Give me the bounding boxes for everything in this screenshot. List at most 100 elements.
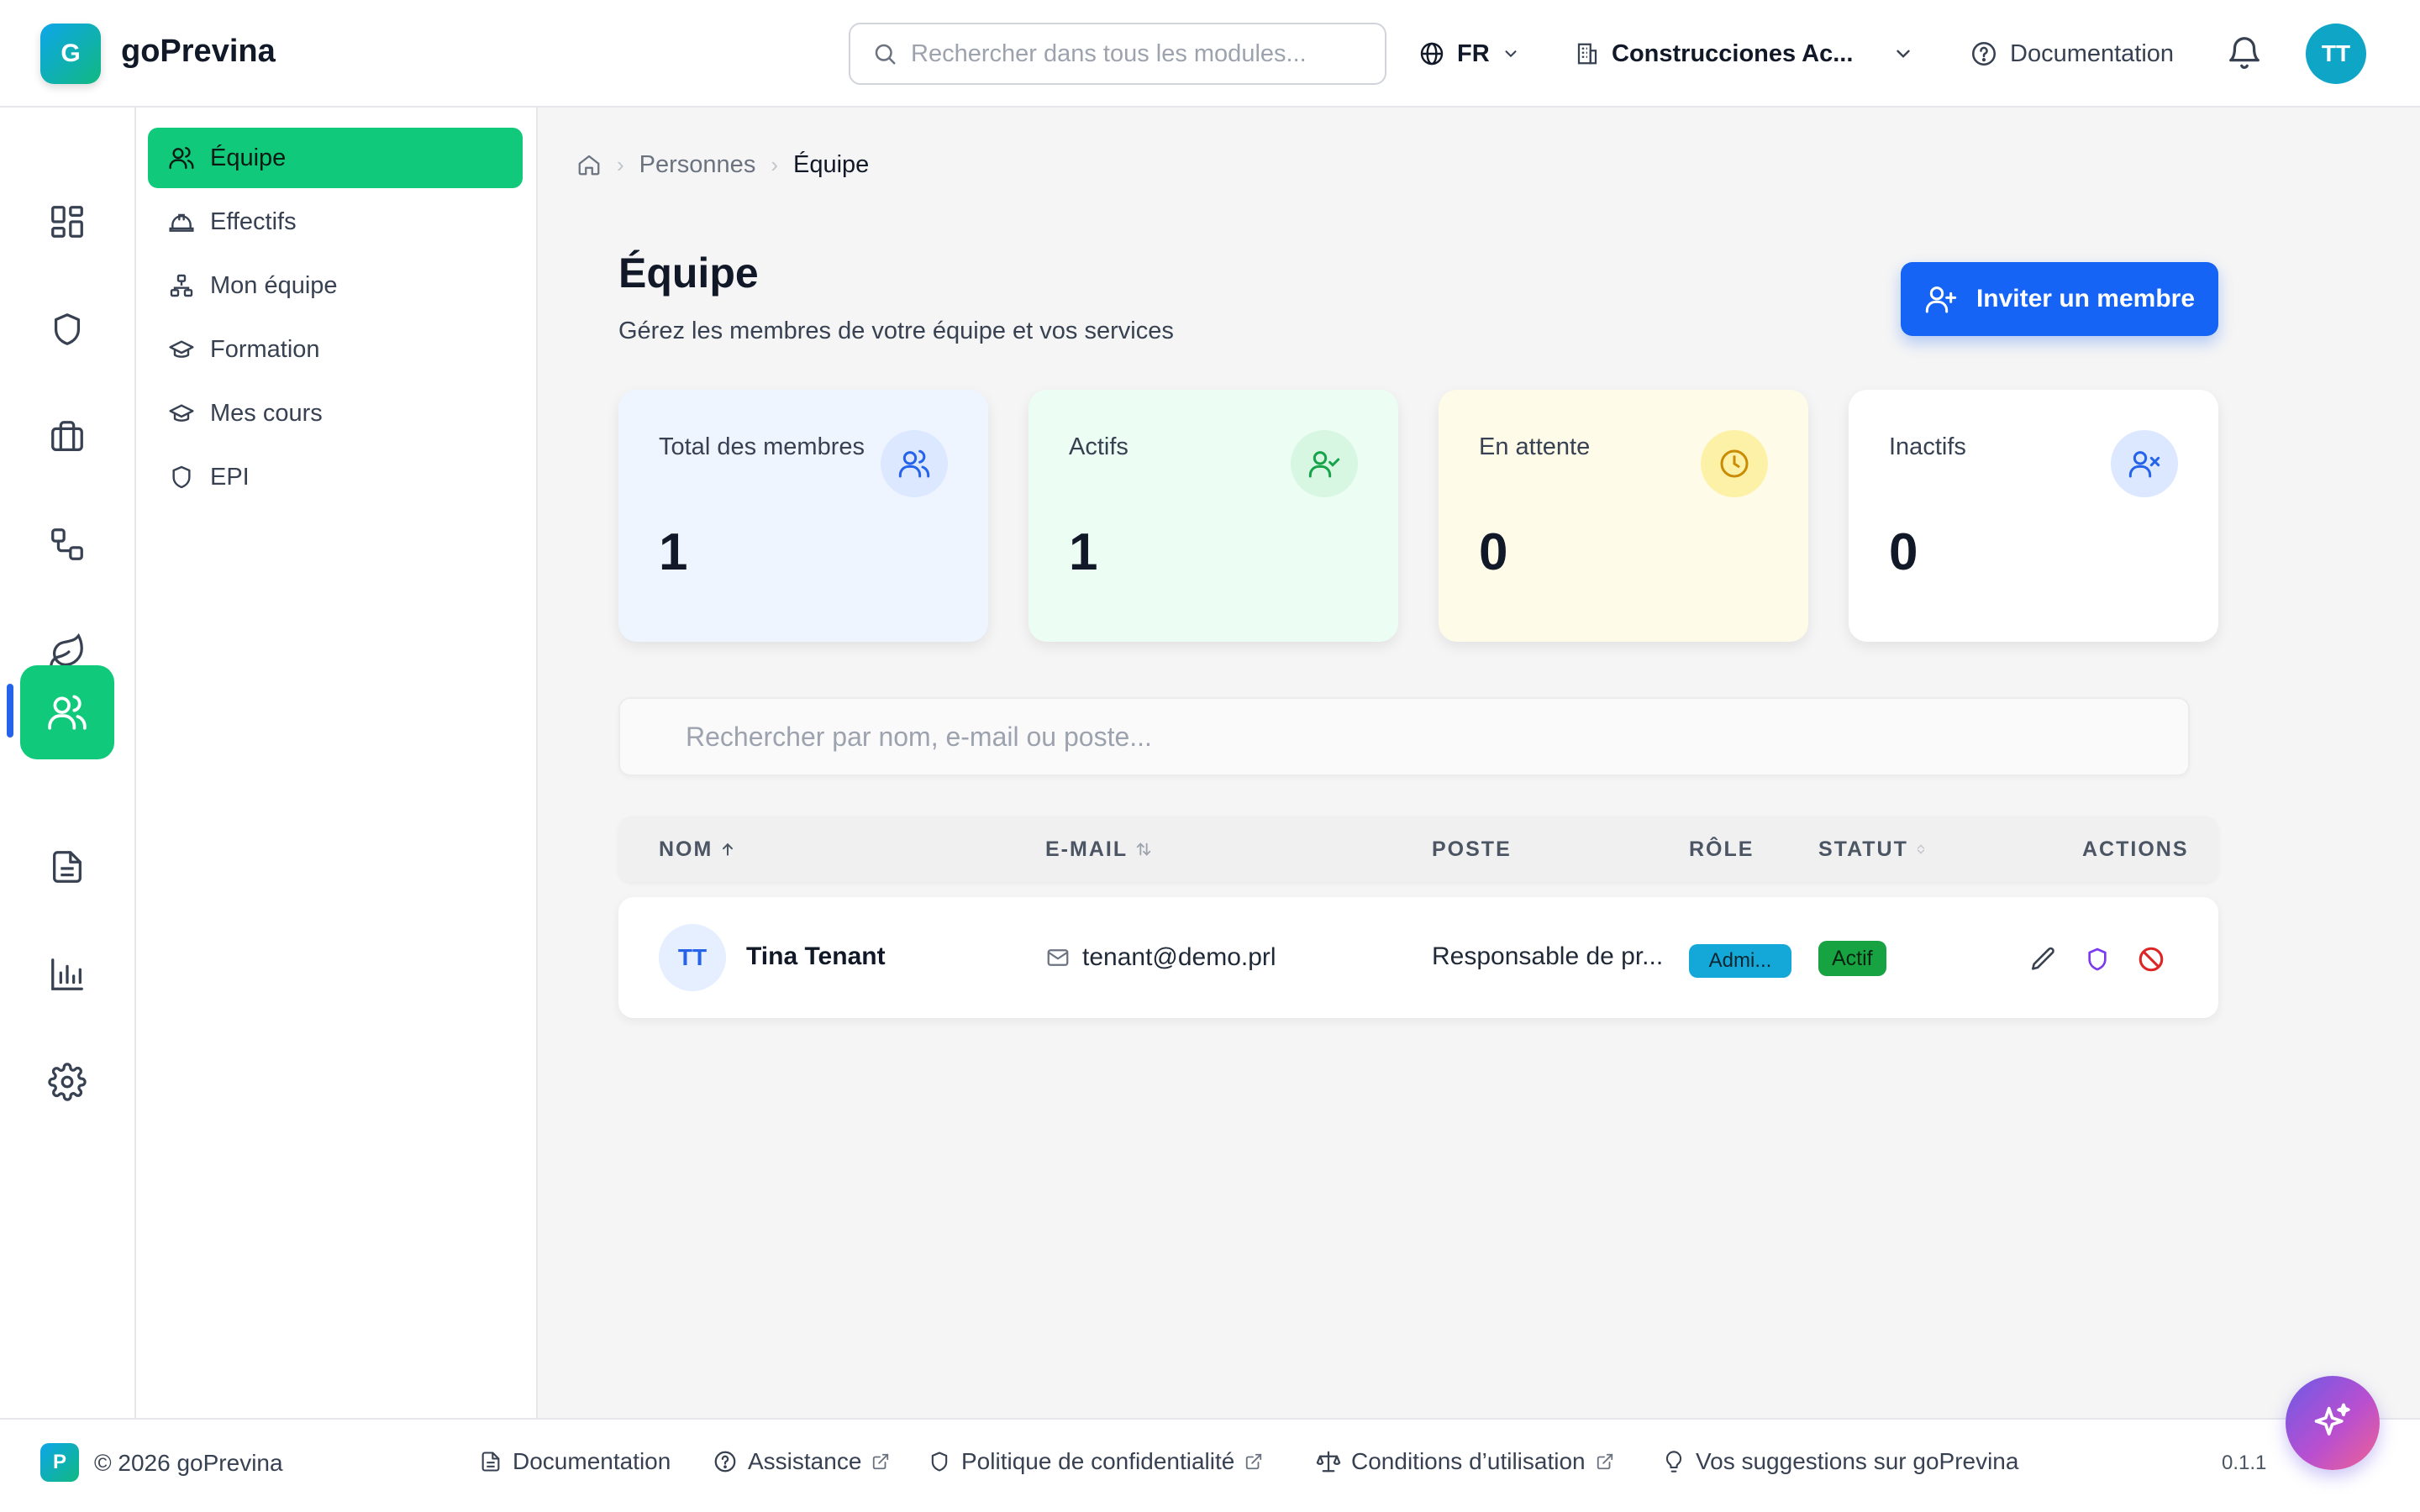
manage-permissions-button[interactable] (2081, 942, 2114, 976)
help-circle-icon (1970, 39, 1998, 68)
breadcrumb-item-personnes[interactable]: Personnes (639, 151, 756, 179)
bell-icon[interactable] (2225, 34, 2264, 72)
app-logo[interactable]: G (40, 24, 101, 84)
column-header-email[interactable]: E-MAIL (1045, 816, 1153, 882)
pencil-icon (2029, 945, 2058, 974)
company-selector[interactable]: Construcciones Ac... (1575, 34, 1914, 74)
footer-link-suggestions[interactable]: Vos suggestions sur goPrevina (1662, 1445, 2018, 1478)
column-label: NOM (659, 837, 713, 861)
column-header-name[interactable]: NOM (659, 816, 736, 882)
submenu-item-mes-cours[interactable]: Mes cours (148, 383, 523, 444)
home-icon[interactable] (576, 152, 602, 177)
documentation-link[interactable]: Documentation (1970, 34, 2174, 74)
footer-link-label: Assistance (748, 1448, 862, 1474)
role-badge: Admi... (1689, 944, 1791, 978)
rail-reports[interactable] (20, 927, 114, 1021)
document-icon (479, 1450, 502, 1473)
rail-processes[interactable] (20, 497, 114, 591)
chevron-right-icon: › (617, 151, 624, 177)
graduation-cap-icon (168, 336, 195, 363)
submenu-item-effectifs[interactable]: Effectifs (148, 192, 523, 252)
user-plus-icon (1924, 282, 1958, 316)
footer-logo: P (40, 1443, 79, 1482)
table-row[interactable]: TT Tina Tenant tenant@demo.prl Responsab… (618, 897, 2218, 1018)
user-avatar[interactable]: TT (2306, 24, 2366, 84)
footer: P © 2026 goPrevina Documentation Assista… (0, 1418, 2420, 1512)
mail-icon (1045, 945, 1071, 970)
lightbulb-icon (1662, 1450, 1686, 1473)
sort-asc-icon (719, 841, 736, 858)
global-search[interactable] (849, 23, 1386, 85)
search-icon (872, 41, 897, 66)
member-email: tenant@demo.prl (1045, 937, 1276, 978)
external-link-icon (1596, 1452, 1614, 1471)
breadcrumb: › Personnes › Équipe (576, 148, 869, 181)
column-header-status[interactable]: STATUT (1818, 816, 1927, 882)
external-link-icon (871, 1452, 890, 1471)
footer-link-terms[interactable]: Conditions d’utilisation (1316, 1445, 1614, 1478)
footer-link-label: Conditions d’utilisation (1351, 1448, 1586, 1474)
submenu-item-epi[interactable]: EPI (148, 447, 523, 507)
deactivate-member-button[interactable] (2134, 942, 2168, 976)
language-selector[interactable]: FR (1418, 34, 1520, 74)
chevron-down-icon (1892, 43, 1914, 65)
footer-link-privacy[interactable]: Politique de confidentialité (928, 1445, 1263, 1478)
footer-link-label: Vos suggestions sur goPrevina (1696, 1448, 2019, 1474)
table-header: NOM E-MAIL POSTE RÔLE STATUT ACTIONS (618, 816, 2218, 882)
footer-link-label: Documentation (513, 1448, 671, 1474)
rail-people[interactable] (20, 665, 114, 759)
footer-copyright: © 2026 goPrevina (94, 1450, 283, 1476)
member-search[interactable] (618, 697, 2190, 776)
stat-label: Total des membres (659, 433, 865, 460)
rail-dashboard[interactable] (20, 175, 114, 269)
column-label: STATUT (1818, 837, 1908, 861)
rail-documents[interactable] (20, 820, 114, 914)
edit-member-button[interactable] (2027, 942, 2060, 976)
rail-settings[interactable] (20, 1035, 114, 1129)
column-label: RÔLE (1689, 837, 1754, 861)
invite-member-button[interactable]: Inviter un membre (1901, 262, 2218, 336)
module-rail (0, 108, 136, 1418)
rail-security[interactable] (20, 282, 114, 376)
building-icon (1575, 41, 1600, 66)
submenu-item-label: Mes cours (210, 399, 323, 427)
sort-both-icon (1134, 840, 1153, 858)
member-poste: Responsable de pr... (1432, 942, 1664, 970)
submenu-item-mon-equipe[interactable]: Mon équipe (148, 255, 523, 316)
clock-icon (1701, 430, 1768, 497)
graduation-cap-icon (168, 400, 195, 427)
globe-icon (1418, 40, 1445, 67)
stat-value: 0 (1479, 523, 1508, 581)
ai-assistant-button[interactable] (2286, 1376, 2380, 1470)
stat-label: Actifs (1069, 433, 1128, 460)
submenu-item-equipe[interactable]: Équipe (148, 128, 523, 188)
company-name: Construcciones Ac... (1612, 39, 1854, 67)
submenu-item-formation[interactable]: Formation (148, 319, 523, 380)
stat-card-actifs: Actifs 1 (1028, 390, 1398, 642)
footer-link-documentation[interactable]: Documentation (479, 1445, 671, 1478)
stat-label: Inactifs (1889, 433, 1966, 460)
stat-card-en-attente: En attente 0 (1439, 390, 1808, 642)
shield-icon (168, 464, 195, 491)
chevron-right-icon: › (771, 151, 778, 177)
submenu-item-label: EPI (210, 463, 250, 491)
document-icon (48, 848, 87, 886)
member-email-text: tenant@demo.prl (1082, 943, 1276, 971)
status-badge: Actif (1818, 941, 1886, 976)
user-check-icon (1291, 430, 1358, 497)
footer-link-assistance[interactable]: Assistance (713, 1445, 890, 1478)
chart-icon (48, 955, 87, 994)
users-icon (881, 430, 948, 497)
global-search-input[interactable] (911, 39, 1348, 68)
dashboard-icon (48, 202, 87, 241)
member-avatar: TT (659, 924, 726, 991)
column-header-role: RÔLE (1689, 816, 1754, 882)
shield-icon (2084, 946, 2111, 973)
column-label: E-MAIL (1045, 837, 1128, 861)
member-search-input[interactable] (686, 721, 2114, 753)
invite-member-label: Inviter un membre (1975, 285, 2196, 312)
shield-icon (928, 1450, 951, 1473)
stat-value: 1 (1069, 523, 1098, 581)
page-subtitle: Gérez les membres de votre équipe et vos… (618, 318, 1174, 344)
rail-operations[interactable] (20, 390, 114, 484)
